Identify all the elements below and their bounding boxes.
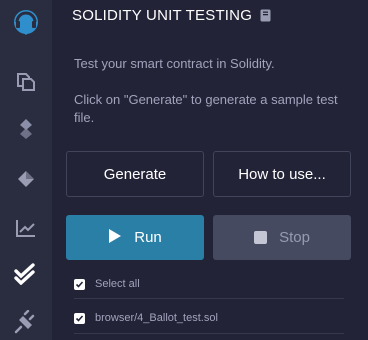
deploy-run-icon[interactable] xyxy=(0,157,52,201)
analytics-icon[interactable] xyxy=(0,206,52,250)
generate-button[interactable]: Generate xyxy=(66,151,204,197)
select-all-row: Select all xyxy=(74,276,140,292)
description-text: Test your smart contract in Solidity. xyxy=(74,56,275,71)
panel-header: SOLIDITY UNIT TESTING xyxy=(72,6,271,24)
panel-title: SOLIDITY UNIT TESTING xyxy=(72,6,253,24)
stop-button[interactable]: Stop xyxy=(213,215,351,260)
generate-hint-text: Click on "Generate" to generate a sample… xyxy=(74,92,338,125)
play-icon xyxy=(108,228,122,248)
select-all-checkbox[interactable] xyxy=(74,278,85,290)
compiler-icon[interactable] xyxy=(0,107,52,151)
run-button[interactable]: Run xyxy=(66,215,204,260)
stop-button-label: Stop xyxy=(279,229,310,246)
book-icon[interactable] xyxy=(260,9,271,22)
how-to-use-button[interactable]: How to use... xyxy=(213,151,351,197)
select-all-label: Select all xyxy=(95,278,140,290)
run-button-label: Run xyxy=(134,229,162,246)
test-file-label: browser/4_Ballot_test.sol xyxy=(95,312,218,324)
icon-panel xyxy=(0,0,52,340)
unit-testing-panel: SOLIDITY UNIT TESTING Test your smart co… xyxy=(52,0,368,340)
stop-icon xyxy=(254,231,268,244)
remix-logo-icon[interactable] xyxy=(0,0,52,44)
test-file-row: browser/4_Ballot_test.sol xyxy=(74,310,218,326)
divider xyxy=(74,298,344,299)
unit-testing-check-icon[interactable] xyxy=(0,252,52,296)
file-explorer-icon[interactable] xyxy=(0,59,52,103)
divider xyxy=(74,333,344,334)
test-file-checkbox[interactable] xyxy=(74,312,85,324)
plugin-manager-icon[interactable] xyxy=(0,300,52,340)
